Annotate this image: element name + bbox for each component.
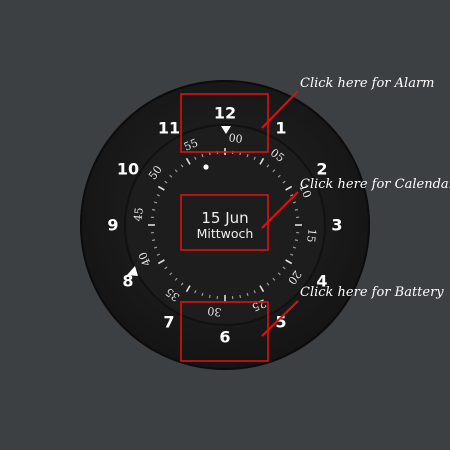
hour-numeral-9: 9 <box>107 216 118 235</box>
hour-numeral-2: 2 <box>316 160 327 179</box>
minute-tick <box>294 239 298 242</box>
hour-numeral-11: 11 <box>158 119 180 138</box>
battery-hint-label: Click here for Battery <box>300 285 444 300</box>
weekday-text: Mittwoch <box>197 226 254 241</box>
minute-tick <box>294 208 298 211</box>
minute-numeral-30: 30 <box>207 304 222 319</box>
minute-tick <box>239 294 242 298</box>
seconds-dot <box>203 164 209 170</box>
minute-tick <box>208 294 211 298</box>
minute-tick <box>152 208 156 211</box>
watch-face: 121234567891011 000510152025303540455055… <box>80 80 370 370</box>
hour-numeral-10: 10 <box>117 160 139 179</box>
minute-tick <box>152 239 156 242</box>
hour-numeral-7: 7 <box>163 312 174 331</box>
hour-numeral-3: 3 <box>331 216 342 235</box>
minute-numeral-45: 45 <box>131 207 146 222</box>
minute-numeral-15: 15 <box>304 228 319 243</box>
hour-numeral-6: 6 <box>219 328 230 347</box>
hour-numeral-1: 1 <box>275 119 286 138</box>
minute-numeral-00: 00 <box>228 131 243 146</box>
date-text: 15 Jun <box>201 209 248 227</box>
calendar-hint-label: Click here for Calendar <box>300 177 450 192</box>
hour-numeral-12: 12 <box>214 104 236 123</box>
alarm-hint-label: Click here for Alarm <box>300 76 435 91</box>
